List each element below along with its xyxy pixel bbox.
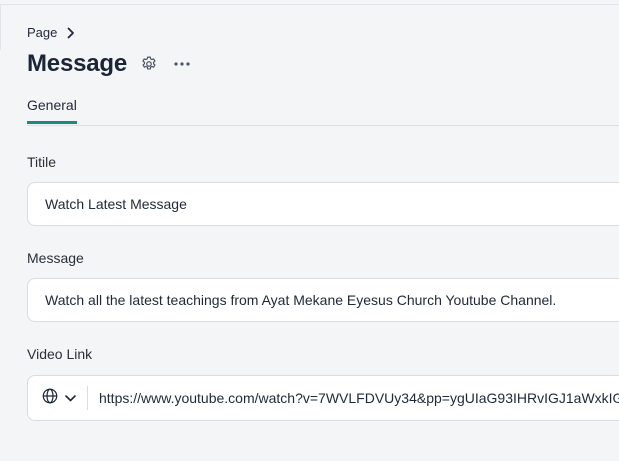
chevron-down-icon	[65, 389, 76, 407]
globe-icon	[41, 387, 59, 410]
video-link-value[interactable]: https://www.youtube.com/watch?v=7WVLFDVU…	[88, 390, 619, 406]
chevron-right-icon	[67, 27, 75, 39]
tab-bar: General	[27, 97, 619, 124]
breadcrumb: Page	[27, 25, 75, 40]
message-field[interactable]: Watch all the latest teachings from Ayat…	[27, 278, 619, 322]
page-title: Message	[27, 50, 127, 77]
url-prefix-dropdown[interactable]	[28, 386, 88, 410]
message-field-value[interactable]: Watch all the latest teachings from Ayat…	[28, 292, 556, 308]
video-link-field[interactable]: https://www.youtube.com/watch?v=7WVLFDVU…	[27, 375, 619, 421]
top-divider	[0, 4, 619, 5]
tab-general[interactable]: General	[27, 97, 77, 124]
title-field-value[interactable]: Watch Latest Message	[28, 196, 187, 212]
gear-icon[interactable]	[140, 55, 158, 73]
ellipsis-icon[interactable]	[174, 61, 190, 67]
breadcrumb-page-link[interactable]: Page	[27, 25, 57, 40]
title-field-label: Titile	[27, 154, 57, 170]
tab-divider	[27, 125, 619, 126]
left-divider	[0, 4, 1, 50]
title-field[interactable]: Watch Latest Message	[27, 182, 619, 226]
message-field-label: Message	[27, 250, 84, 266]
page-header: Message	[27, 50, 190, 78]
video-link-field-label: Video Link	[27, 346, 93, 362]
